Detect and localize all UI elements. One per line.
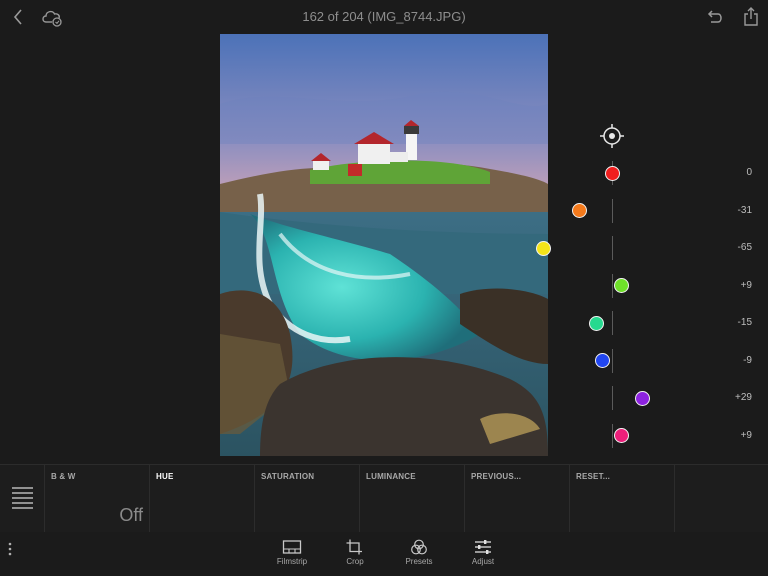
- tab-hue[interactable]: HUE: [150, 465, 255, 533]
- color-panel: B & W Off HUE SATURATION LUMINANCE PREVI…: [0, 464, 768, 533]
- tool-label: Presets: [405, 557, 433, 566]
- crop-icon: [346, 539, 362, 555]
- share-button[interactable]: [740, 6, 762, 28]
- more-options-button[interactable]: [5, 540, 15, 558]
- target-adjust-icon: [600, 124, 624, 148]
- tab-reset[interactable]: RESET...: [570, 465, 675, 533]
- adjust-button[interactable]: Adjust: [455, 536, 511, 574]
- tool-label: Crop: [346, 557, 364, 566]
- presets-button[interactable]: Presets: [391, 536, 447, 574]
- tab-previous[interactable]: PREVIOUS...: [465, 465, 570, 533]
- bw-state-value: Off: [119, 505, 143, 525]
- hue-track: [612, 423, 613, 448]
- lighthouse-photo: [220, 34, 548, 456]
- hue-track: [612, 273, 613, 298]
- hue-track: [612, 311, 613, 335]
- share-icon: [744, 7, 758, 26]
- hue-value-blue: -9: [743, 354, 752, 366]
- panel-menu-button[interactable]: [0, 465, 45, 533]
- tab-label: HUE: [156, 472, 174, 481]
- tab-label: B & W: [51, 472, 76, 481]
- tab-label: PREVIOUS...: [471, 472, 522, 481]
- tab-bw[interactable]: B & W Off: [45, 465, 150, 533]
- hue-knob-blue[interactable]: [594, 353, 610, 368]
- crop-button[interactable]: Crop: [327, 536, 383, 574]
- undo-icon: [707, 10, 722, 23]
- hue-value-aqua: -15: [737, 317, 752, 328]
- hue-value-magenta: +9: [740, 429, 752, 441]
- hue-track: [612, 386, 613, 410]
- undo-button[interactable]: [703, 6, 725, 28]
- tab-luminance[interactable]: LUMINANCE: [360, 465, 465, 533]
- filmstrip-button[interactable]: Filmstrip: [264, 536, 320, 574]
- panel-list-icon: [12, 487, 33, 509]
- tool-label: Filmstrip: [276, 557, 308, 566]
- hue-value-orange: -31: [737, 204, 752, 216]
- tool-label: Adjust: [471, 557, 495, 566]
- hue-knob-magenta[interactable]: [614, 428, 630, 443]
- hue-value-red: 0: [746, 167, 752, 178]
- tab-saturation[interactable]: SATURATION: [255, 465, 360, 533]
- hue-value-green: +9: [740, 279, 752, 291]
- tab-label: LUMINANCE: [366, 472, 416, 481]
- filmstrip-icon: [282, 540, 302, 554]
- hue-value-purple: +29: [735, 392, 752, 403]
- hue-knob-purple[interactable]: [635, 390, 651, 406]
- hue-track: [612, 198, 613, 223]
- tab-label: RESET...: [576, 472, 611, 481]
- hue-value-yellow: -65: [737, 242, 752, 253]
- hue-track: [612, 348, 613, 373]
- hue-knob-yellow[interactable]: [535, 240, 551, 256]
- bottom-toolbar: Filmstrip Crop Presets Adjust: [0, 532, 768, 576]
- hue-knob-orange[interactable]: [571, 203, 587, 218]
- presets-icon: [411, 539, 427, 555]
- hue-track: [612, 236, 613, 260]
- top-bar: 162 of 204 (IMG_8744.JPG): [0, 0, 768, 34]
- photo-counter-title: 162 of 204 (IMG_8744.JPG): [302, 9, 466, 24]
- photo-canvas[interactable]: [220, 34, 548, 456]
- vertical-dots-icon: [8, 542, 12, 556]
- hue-knob-red[interactable]: [604, 165, 620, 181]
- hue-knob-green[interactable]: [614, 278, 630, 293]
- hue-knob-aqua[interactable]: [588, 315, 604, 331]
- tab-label: SATURATION: [261, 472, 315, 481]
- targeted-adjustment-button[interactable]: [599, 123, 625, 149]
- adjust-sliders-icon: [475, 540, 491, 554]
